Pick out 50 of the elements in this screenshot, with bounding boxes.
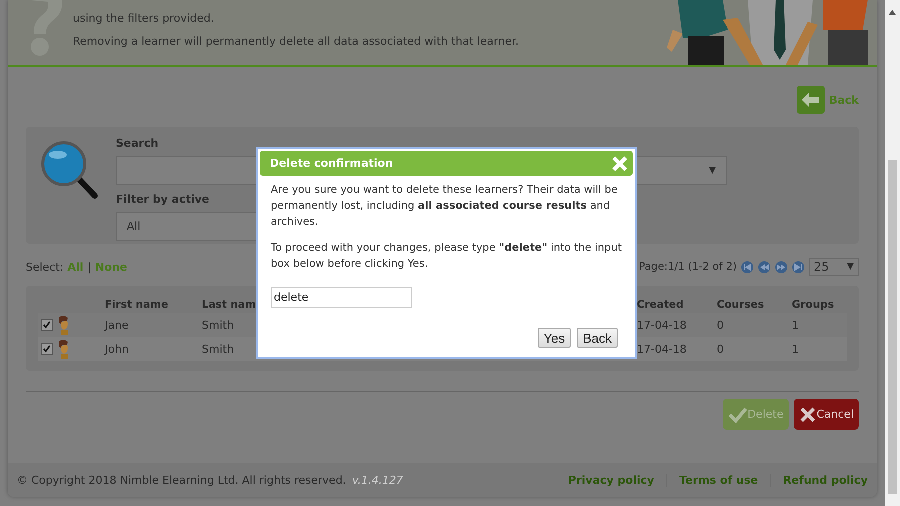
table-cell-text: 0 [717,342,725,356]
delete-button[interactable]: Delete [722,399,789,430]
next-page-icon[interactable] [775,260,788,274]
column-header: Groups [792,298,836,310]
page-info: Page:1/1 (1-2 of 2) [638,261,737,273]
table-cell-text: 1 [792,318,800,332]
field-label: Search [116,137,159,150]
prev-page-icon[interactable] [758,260,771,274]
scroll-up-icon[interactable] [889,10,896,15]
table-cell-text: Smith [202,318,236,332]
table-cell-text: Smith [202,342,236,356]
cancel-button[interactable]: Cancel [794,399,859,430]
separator: | [88,260,92,274]
row-checkbox[interactable] [41,343,53,355]
footer-link[interactable]: Terms of use [666,474,758,486]
dialog-text: To proceed with your changes, please type "delete" into the input box below before clicking Yes. [271,241,622,272]
checkmark-icon [728,406,748,424]
table-cell-text: 17-04-18 [637,342,688,356]
back-button[interactable]: Back [577,328,618,348]
last-page-icon[interactable] [792,260,805,274]
instruction-text: Removing a learner will permanently delete all data associated with that learner. [73,34,520,49]
dialog-title: Delete confirmation [270,157,394,170]
table-cell-text: John [105,342,130,356]
table-cell-text: 17-04-18 [637,318,688,332]
table-cell-text: Jane [105,318,130,332]
first-page-icon[interactable] [741,260,754,274]
instruction-text: using the filters provided. [73,11,216,26]
close-icon [798,406,817,424]
select-none-link[interactable]: None [95,260,128,274]
search-icon [40,140,100,202]
version-text: v.1.4.127 [352,474,404,486]
select-all-link[interactable]: All [68,260,84,274]
column-header: Created [637,298,685,310]
field-label: Filter by active [116,193,210,206]
select-label: Select: [26,260,64,274]
scrollbar-thumb[interactable] [888,160,897,494]
confirm-input-field[interactable]: delete [271,287,412,308]
copyright-text: © Copyright 2018 Nimble Elearning Ltd. All rights reserved. [17,474,346,486]
column-header: Last nam [202,298,258,310]
table-cell-text: 1 [792,342,800,356]
footer-link[interactable]: Privacy policy [556,474,654,486]
back-button[interactable]: Back [797,86,859,114]
column-header: First name [105,298,170,310]
page-size-select[interactable]: 25 ▼ [809,258,859,276]
table-cell-text: 0 [717,318,725,332]
column-header: Courses [717,298,766,310]
row-checkbox[interactable] [41,319,53,331]
yes-button[interactable]: Yes [538,328,572,348]
close-icon[interactable] [611,154,629,172]
footer-link[interactable]: Refund policy [770,474,868,486]
